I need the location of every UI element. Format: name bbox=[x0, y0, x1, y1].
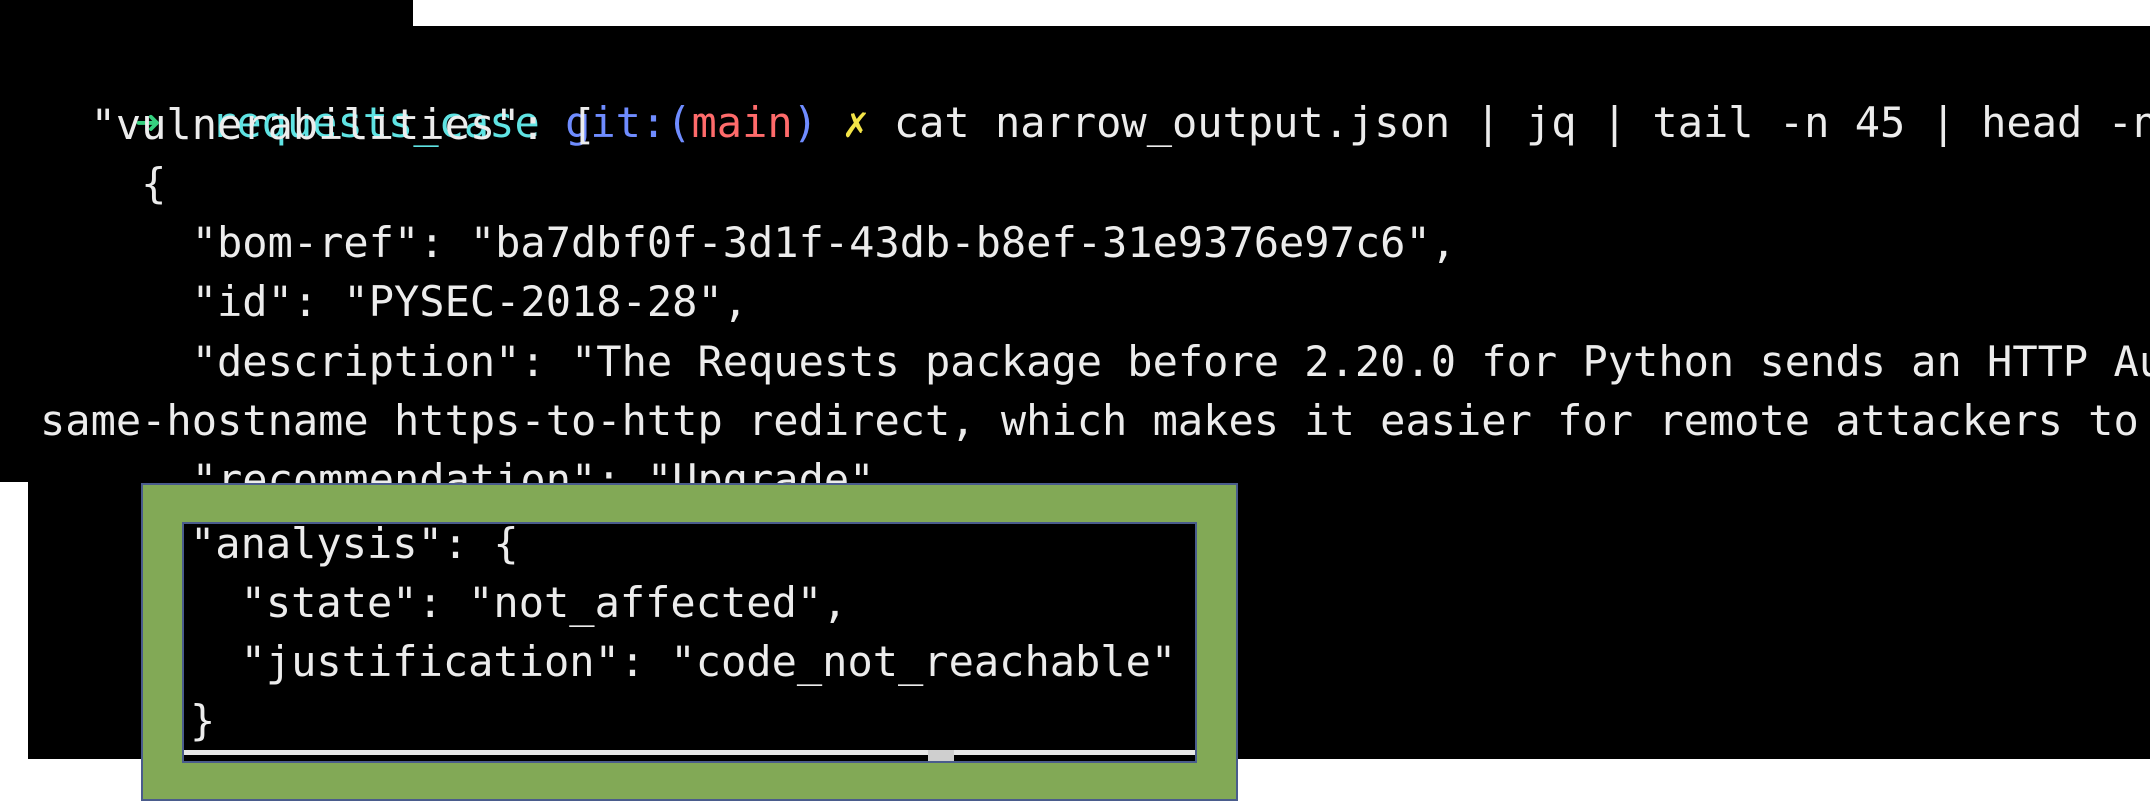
top-overlay-strip bbox=[413, 0, 2150, 26]
output-line: { bbox=[40, 159, 167, 208]
highlighted-line: } bbox=[190, 696, 216, 745]
output-line: "bom-ref": "ba7dbf0f-3d1f-43db-b8ef-31e9… bbox=[40, 218, 1457, 267]
output-line: "vulnerabilities": [ bbox=[40, 100, 597, 149]
terminal-cursor bbox=[928, 750, 954, 761]
highlighted-line: "justification": "code_not_reachable" bbox=[190, 637, 1177, 686]
output-line-clipped: "recommendation": "Upgrade", bbox=[40, 455, 900, 483]
prompt-git-suffix: ) bbox=[792, 98, 818, 147]
dirty-marker-icon: ✗ bbox=[843, 98, 869, 147]
highlighted-line: "state": "not_affected", bbox=[190, 578, 848, 627]
output-line: same-hostname https-to-http redirect, wh… bbox=[40, 396, 2150, 445]
screenshot-canvas: ➜ requests_case git:(main) ✗ cat narrow_… bbox=[0, 0, 2150, 812]
highlighted-snippet: "analysis": { "state": "not_affected", "… bbox=[182, 522, 1197, 763]
snippet-bottom-edge bbox=[184, 750, 1195, 755]
output-line: "description": "The Requests package bef… bbox=[40, 337, 2150, 386]
output-line: "id": "PYSEC-2018-28", bbox=[40, 277, 749, 326]
command-text[interactable]: cat narrow_output.json | jq | tail -n 45… bbox=[894, 98, 2150, 147]
highlight-frame: "analysis": { "state": "not_affected", "… bbox=[141, 483, 1238, 801]
prompt-branch: main bbox=[691, 98, 793, 147]
highlighted-line: "analysis": { bbox=[190, 522, 519, 568]
